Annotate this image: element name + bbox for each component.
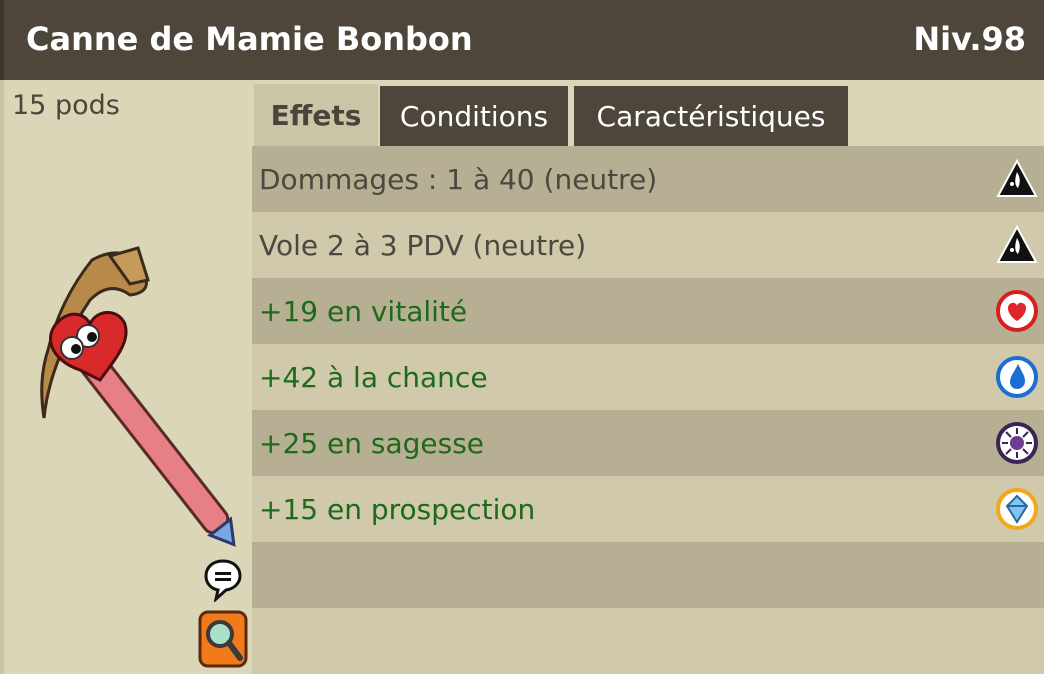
neutral-element-icon <box>996 224 1038 263</box>
effect-row: +15 en prospection <box>252 476 1044 542</box>
effect-row: +25 en sagesse <box>252 410 1044 476</box>
effect-row: Dommages : 1 à 40 (neutre) <box>252 146 1044 212</box>
tab-effets[interactable]: Effets <box>254 84 378 146</box>
tab-caracteristiques[interactable]: Caractéristiques <box>574 86 848 146</box>
effects-list: Dommages : 1 à 40 (neutre) Vole 2 à 3 PD… <box>252 146 1044 674</box>
effect-row: +19 en vitalité <box>252 278 1044 344</box>
zoom-magnifier-button[interactable] <box>198 610 248 668</box>
item-tabs: Effets Conditions Caractéristiques <box>252 80 1044 146</box>
chat-bubble-icon[interactable] <box>204 558 242 602</box>
item-title: Canne de Mamie Bonbon <box>26 20 473 58</box>
effect-text: Vole 2 à 3 PDV (neutre) <box>259 228 587 262</box>
item-weight: 15 pods <box>12 90 120 121</box>
prospecting-icon <box>996 488 1038 530</box>
effect-text: +25 en sagesse <box>259 426 485 460</box>
effect-text: +15 en prospection <box>259 492 536 526</box>
effect-row: Vole 2 à 3 PDV (neutre) <box>252 212 1044 278</box>
vitality-heart-icon <box>996 290 1038 332</box>
effect-text: +19 en vitalité <box>259 294 468 328</box>
effect-text: +42 à la chance <box>259 360 488 394</box>
chance-water-drop-icon <box>996 356 1038 398</box>
item-header: Canne de Mamie Bonbon Niv.98 <box>0 0 1044 80</box>
effect-text: Dommages : 1 à 40 (neutre) <box>259 162 658 196</box>
item-preview-panel: 15 pods <box>0 80 252 674</box>
tab-conditions[interactable]: Conditions <box>380 86 568 146</box>
item-level: Niv.98 <box>913 20 1026 58</box>
effect-row: +42 à la chance <box>252 344 1044 410</box>
effect-row-empty <box>252 542 1044 608</box>
wisdom-icon <box>996 422 1038 464</box>
effect-row-empty <box>252 608 1044 674</box>
neutral-element-icon <box>996 158 1038 197</box>
weapon-image <box>40 246 236 547</box>
